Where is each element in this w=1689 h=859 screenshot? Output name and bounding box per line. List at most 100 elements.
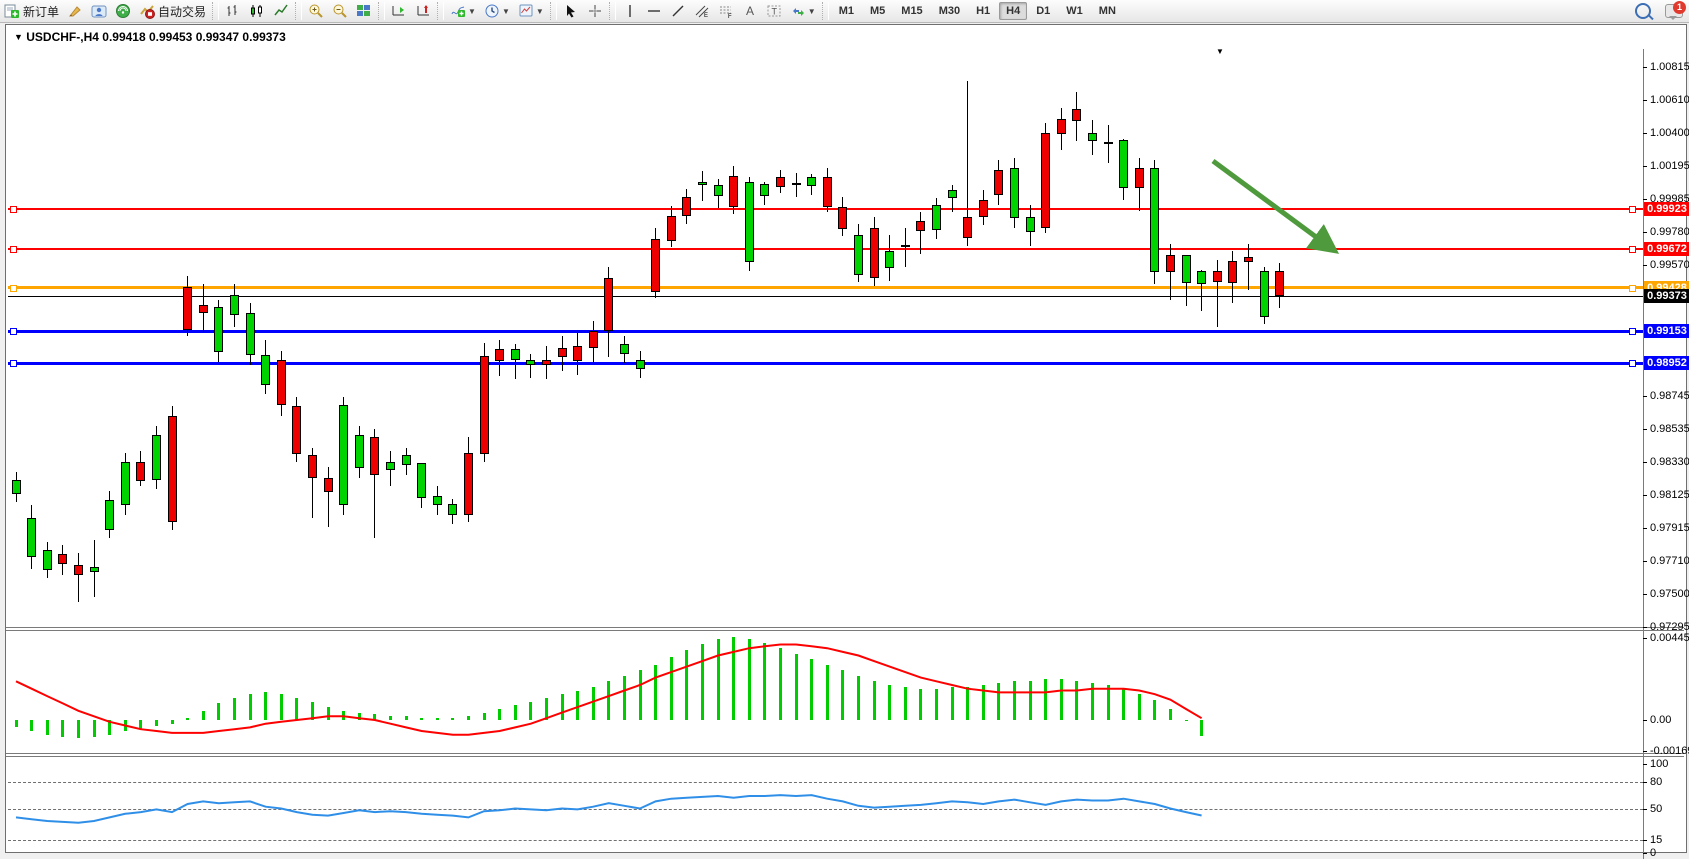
price-tick-label: 1.00610: [1650, 94, 1689, 106]
candle: [27, 518, 36, 558]
dropdown-arrow-icon[interactable]: ▼: [536, 7, 544, 16]
timeframe-button-M15[interactable]: M15: [894, 2, 929, 20]
candle: [698, 182, 707, 185]
rsi-tick: [1643, 840, 1647, 841]
toolbar-button-crayon[interactable]: [64, 1, 86, 21]
chart-shift-marker[interactable]: ▼: [1216, 47, 1224, 56]
macd-histogram-bar: [405, 716, 408, 720]
toolbar-button-cursor[interactable]: [560, 1, 582, 21]
toolbar-button-equidistant-channel[interactable]: E: [691, 1, 713, 21]
chart-window[interactable]: ▼ USDCHF-,H4 0.99418 0.99453 0.99347 0.9…: [5, 24, 1687, 853]
hline-current-price[interactable]: [8, 296, 1643, 297]
hline-anchor[interactable]: [10, 328, 17, 335]
candle: [776, 177, 785, 187]
pane-divider[interactable]: [6, 627, 1684, 628]
candle: [402, 455, 411, 465]
toolbar-button-tile-windows[interactable]: [353, 1, 375, 21]
price-axis-line: [1643, 49, 1644, 859]
toolbar-button-zoom-in[interactable]: [305, 1, 327, 21]
candle: [58, 554, 67, 564]
hline-anchor[interactable]: [1629, 328, 1636, 335]
price-tick: [1643, 166, 1647, 167]
rsi-level-line: [8, 809, 1643, 810]
macd-histogram-bar: [795, 654, 798, 720]
candle: [620, 344, 629, 354]
toolbar-button-text-label[interactable]: T: [763, 1, 785, 21]
toolbar-button-auto-scroll[interactable]: [388, 1, 410, 21]
toolbar-button-trendline[interactable]: [667, 1, 689, 21]
hline-resistance-2[interactable]: [8, 248, 1643, 250]
toolbar-button-fibonacci[interactable]: F: [715, 1, 737, 21]
price-tick: [1643, 561, 1647, 562]
candle-wick: [1217, 260, 1218, 327]
toolbar-button-text[interactable]: A: [739, 1, 761, 21]
timeframe-button-M5[interactable]: M5: [863, 2, 892, 20]
dropdown-arrow-icon[interactable]: ▼: [808, 7, 816, 16]
toolbar-button-chart-shift[interactable]: [412, 1, 434, 21]
macd-histogram-bar: [623, 676, 626, 720]
candle: [979, 200, 988, 217]
toolbar-button-signal[interactable]: [112, 1, 134, 21]
timeframe-button-H1[interactable]: H1: [969, 2, 997, 20]
hline-anchor[interactable]: [1629, 360, 1636, 367]
candle: [511, 349, 520, 360]
price-tick: [1643, 594, 1647, 595]
hline-anchor[interactable]: [10, 206, 17, 213]
toolbar-button-autotrade[interactable]: 自动交易: [136, 1, 209, 21]
chat-bubble-icon[interactable]: 1: [1665, 4, 1683, 18]
toolbar-button-line-chart[interactable]: [270, 1, 292, 21]
rsi-tick-label: 100: [1650, 758, 1668, 770]
toolbar-button-periods[interactable]: ▼: [481, 1, 513, 21]
hline-anchor[interactable]: [1629, 246, 1636, 253]
hline-anchor[interactable]: [10, 285, 17, 292]
toolbar-button-indicators[interactable]: ▼: [447, 1, 479, 21]
timeframe-button-M1[interactable]: M1: [832, 2, 861, 20]
macd-histogram-bar: [389, 716, 392, 720]
timeframe-button-M30[interactable]: M30: [932, 2, 967, 20]
price-tick: [1643, 199, 1647, 200]
toolbar-button-profile[interactable]: [88, 1, 110, 21]
timeframe-button-H4[interactable]: H4: [999, 2, 1027, 20]
timeframe-button-W1[interactable]: W1: [1059, 2, 1090, 20]
timeframe-button-MN[interactable]: MN: [1092, 2, 1123, 20]
toolbar-button-horizontal-line[interactable]: [643, 1, 665, 21]
pane-divider[interactable]: [6, 756, 1684, 757]
dropdown-arrow-icon[interactable]: ▼: [468, 7, 476, 16]
timeframe-button-D1[interactable]: D1: [1029, 2, 1057, 20]
toolbar-button-crosshair[interactable]: [584, 1, 606, 21]
toolbar-button-arrows[interactable]: ▼: [787, 1, 819, 21]
hline-pivot-orange[interactable]: [8, 286, 1643, 289]
toolbar-button-vertical-line[interactable]: [619, 1, 641, 21]
toolbar-button-bar-chart[interactable]: [222, 1, 244, 21]
candle: [932, 205, 941, 230]
dropdown-arrow-icon[interactable]: ▼: [502, 7, 510, 16]
toolbar-button-candle-chart[interactable]: [246, 1, 268, 21]
svg-text:E: E: [704, 13, 708, 19]
candle-wick: [702, 171, 703, 201]
candle: [885, 251, 894, 268]
hline-support-2[interactable]: [8, 362, 1643, 365]
hline-anchor[interactable]: [1629, 206, 1636, 213]
candle: [448, 504, 457, 515]
macd-histogram-bar: [249, 694, 252, 720]
pane-divider[interactable]: [6, 630, 1684, 631]
macd-histogram-bar: [670, 657, 673, 720]
toolbar-button-new-order[interactable]: 新订单: [1, 1, 62, 21]
hline-anchor[interactable]: [10, 360, 17, 367]
chevron-down-icon[interactable]: ▼: [14, 32, 23, 42]
pane-divider[interactable]: [6, 753, 1684, 754]
macd-tick: [1643, 751, 1647, 752]
toolbar-button-templates[interactable]: ▼: [515, 1, 547, 21]
macd-histogram-bar: [561, 694, 564, 720]
toolbar-button-zoom-out[interactable]: [329, 1, 351, 21]
price-tick-label: 0.98330: [1650, 456, 1689, 468]
hline-resistance-1[interactable]: [8, 208, 1643, 210]
chart-plot-area[interactable]: 1.008151.006101.004001.001950.999850.997…: [6, 49, 1684, 859]
search-icon[interactable]: [1635, 3, 1651, 19]
hline-anchor[interactable]: [1629, 285, 1636, 292]
candle: [1260, 271, 1269, 317]
macd-histogram-bar: [420, 718, 423, 720]
toolbar-separator: [609, 2, 616, 20]
hline-anchor[interactable]: [10, 246, 17, 253]
macd-histogram-bar: [342, 711, 345, 720]
